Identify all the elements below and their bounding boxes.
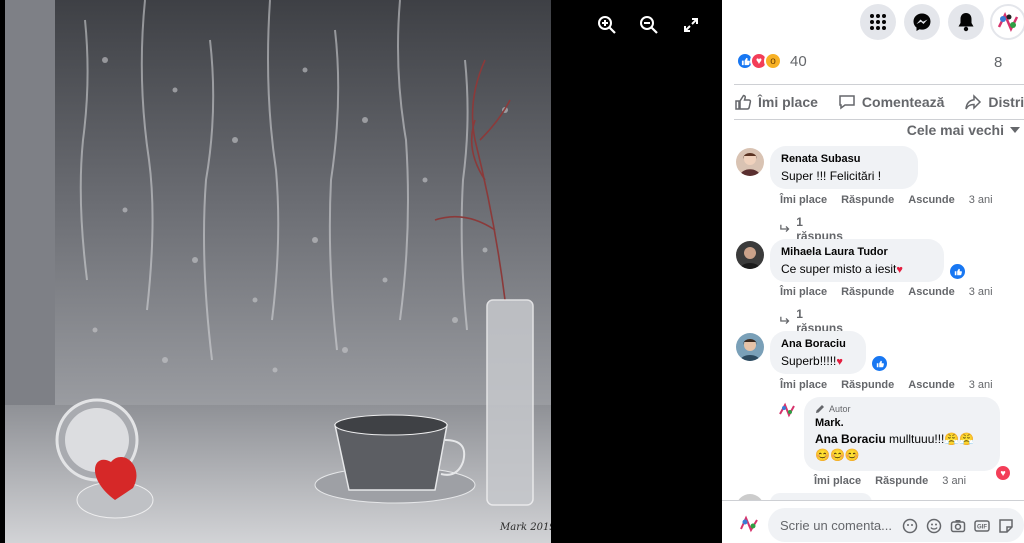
love-reaction-icon[interactable]: ♥ <box>994 464 1012 482</box>
comment-count[interactable]: 8 <box>994 54 1024 71</box>
camera-icon[interactable] <box>950 518 966 534</box>
heart-emoji-icon: ♥ <box>836 356 843 368</box>
reply-arrow-icon <box>780 224 790 233</box>
mention-link[interactable]: Ana Boraciu <box>815 432 886 446</box>
comment-time: 3 ani <box>968 379 993 391</box>
author-badge: Autor <box>815 404 989 414</box>
comment-time: 3 ani <box>968 194 993 206</box>
avatar[interactable] <box>736 511 762 537</box>
comment-author[interactable]: Renata Subasu <box>781 153 907 165</box>
author-badge-label: Autor <box>829 404 851 414</box>
top-bar <box>722 0 1024 44</box>
comment-input-placeholder: Scrie un comenta... <box>780 517 892 533</box>
comment-text-line: Ce super misto a iesit♥ <box>781 262 933 276</box>
comment-author[interactable]: Ana Boraciu <box>781 338 855 350</box>
comment-actions: Îmi place Răspunde Ascunde 3 ani <box>780 379 1007 391</box>
comment-hide-link[interactable]: Ascunde <box>908 379 954 391</box>
painting-image: Mark 2019 <box>5 0 551 543</box>
sticker-icon[interactable] <box>998 518 1014 534</box>
comment-text: Super !!! Felicitări ! <box>781 169 882 183</box>
reply-arrow-icon <box>780 316 790 325</box>
comment-text: Superb!!!!! <box>781 354 837 368</box>
comment-like-link[interactable]: Îmi place <box>780 194 827 206</box>
avatar[interactable] <box>736 148 764 176</box>
emoji-icon[interactable] <box>926 518 942 534</box>
share-button[interactable]: Distribuie <box>964 93 1024 111</box>
comment-like-link[interactable]: Îmi place <box>780 286 827 298</box>
svg-text:GIF: GIF <box>977 525 987 531</box>
avatar[interactable] <box>736 333 764 361</box>
reply-reply-link[interactable]: Răspunde <box>875 475 928 487</box>
reply-like-link[interactable]: Îmi place <box>814 475 861 487</box>
comment-text-line: Superb!!!!!♥ <box>781 354 855 368</box>
zoom-in-icon[interactable] <box>596 14 618 36</box>
comments-panel: ♥ o 40 8 Îmi place Comentează Distribuie… <box>722 0 1024 543</box>
comment-text: Ce super misto a iesit <box>781 262 897 276</box>
comment-like-reaction-icon[interactable] <box>872 356 887 371</box>
avatar[interactable] <box>736 241 764 269</box>
caret-down-icon <box>1010 127 1020 133</box>
comment-author[interactable]: Mihaela Laura Tudor <box>781 246 933 258</box>
artist-signature: Mark 2019 <box>499 522 551 533</box>
speech-bubble-icon <box>839 95 855 110</box>
comment-reply-link[interactable]: Răspunde <box>841 379 894 391</box>
fullscreen-icon[interactable] <box>680 14 702 36</box>
comment-bubble: Ana Boraciu Superb!!!!!♥ <box>770 331 866 374</box>
avatar-sticker-icon[interactable] <box>902 518 918 534</box>
like-button-label: Îmi place <box>758 94 818 110</box>
share-arrow-icon <box>965 94 982 110</box>
share-button-label: Distribuie <box>988 94 1024 110</box>
comment-hide-link[interactable]: Ascunde <box>908 286 954 298</box>
comment-like-link[interactable]: Îmi place <box>780 379 827 391</box>
reply-text-line: Ana Boraciu mulltuuu!!!😤😤😊😊😊 <box>815 431 989 463</box>
reaction-count: 40 <box>790 52 807 70</box>
comment-actions: Îmi place Răspunde Ascunde 3 ani <box>780 286 1007 298</box>
sort-label: Cele mai vechi <box>906 122 1004 138</box>
comment-actions: Îmi place Răspunde Ascunde 3 ani <box>780 194 1007 206</box>
photo-viewer: Mark 2019 <box>0 0 722 543</box>
avatar[interactable] <box>776 399 798 421</box>
wow-reaction-icon: o <box>764 52 782 70</box>
messenger-icon[interactable] <box>904 4 940 40</box>
comment-hide-link[interactable]: Ascunde <box>908 194 954 206</box>
reply-actions: Îmi place Răspunde 3 ani <box>814 475 980 487</box>
profile-avatar[interactable] <box>990 4 1024 40</box>
comment-bubble: Renata Subasu Super !!! Felicitări ! <box>770 146 918 189</box>
reply-author[interactable]: Mark. <box>815 417 989 429</box>
sort-dropdown[interactable]: Cele mai vechi <box>907 122 1020 138</box>
zoom-out-icon[interactable] <box>638 14 660 36</box>
like-button[interactable]: Îmi place <box>734 93 818 111</box>
comment-bubble: Mihaela Laura Tudor Ce super misto a ies… <box>770 239 944 282</box>
comment-button[interactable]: Comentează <box>838 93 944 111</box>
heart-emoji-icon: ♥ <box>896 264 903 276</box>
comment-reply-link[interactable]: Răspunde <box>841 286 894 298</box>
reply-time: 3 ani <box>942 475 967 487</box>
comment-like-reaction-icon[interactable] <box>950 264 965 279</box>
gif-icon[interactable]: GIF <box>974 518 990 534</box>
grid-menu-icon[interactable] <box>860 4 896 40</box>
pencil-icon <box>816 405 824 413</box>
comment-composer: Scrie un comenta... GIF <box>722 500 1024 543</box>
post-actions: Îmi place Comentează Distribuie <box>734 84 1024 120</box>
thumbs-up-icon <box>735 94 752 110</box>
comment-reply-link[interactable]: Răspunde <box>841 194 894 206</box>
reply-bubble: Autor Mark. Ana Boraciu mulltuuu!!!😤😤😊😊😊 <box>804 397 1000 471</box>
comment-button-label: Comentează <box>861 94 945 110</box>
comment-time: 3 ani <box>968 286 993 298</box>
bell-icon[interactable] <box>948 4 984 40</box>
reactions-summary[interactable]: ♥ o 40 <box>736 52 807 70</box>
